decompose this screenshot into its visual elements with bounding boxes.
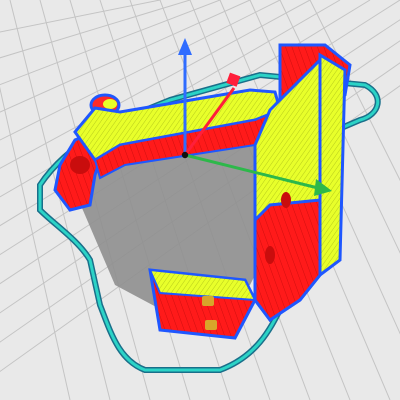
part-bottom-foot — [148, 268, 257, 340]
side-hole-icon — [281, 192, 291, 208]
side-hole-icon — [265, 246, 275, 264]
mount-hole-icon — [70, 156, 90, 174]
3d-viewport[interactable] — [0, 0, 400, 400]
mount-tab-hole-icon — [103, 99, 117, 109]
foot-hole-icon — [205, 320, 217, 330]
gizmo-origin — [181, 151, 189, 159]
scene-svg[interactable] — [0, 0, 400, 400]
foot-hole-icon — [202, 296, 214, 306]
